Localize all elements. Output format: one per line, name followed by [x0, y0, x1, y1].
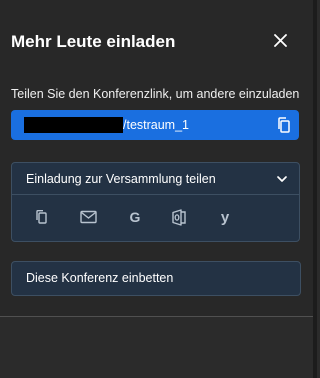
- copy-icon: [36, 210, 47, 224]
- email-share-button[interactable]: [79, 208, 97, 226]
- copy-invitation-button[interactable]: [33, 208, 51, 226]
- share-invitation-label: Einladung zur Versammlung teilen: [26, 172, 216, 186]
- share-invitation-toggle[interactable]: Einladung zur Versammlung teilen: [12, 163, 299, 195]
- scrollbar-track[interactable]: [313, 0, 317, 378]
- embed-conference-button[interactable]: Diese Konferenz einbetten: [11, 261, 301, 296]
- redacted-link-prefix: [24, 117, 123, 133]
- dialog-title: Mehr Leute einladen: [11, 32, 176, 51]
- chevron-down-icon: [277, 176, 287, 182]
- copy-link-button[interactable]: [275, 116, 293, 134]
- yahoo-icon: y: [220, 208, 230, 226]
- share-link-description: Teilen Sie den Konferenzlink, um andere …: [11, 87, 300, 101]
- copy-icon: [278, 117, 290, 133]
- outlook-icon: [172, 208, 186, 226]
- conference-link-text: /testraum_1: [123, 118, 190, 132]
- invite-dialog: Mehr Leute einladen Teilen Sie den Konfe…: [0, 0, 313, 316]
- google-icon: G: [129, 209, 141, 225]
- share-invitation-panel: Einladung zur Versammlung teilen G y: [11, 162, 300, 242]
- embed-conference-label: Diese Konferenz einbetten: [26, 271, 174, 285]
- email-icon: [79, 210, 97, 224]
- divider: [0, 316, 313, 317]
- yahoo-share-button[interactable]: y: [216, 208, 234, 226]
- conference-link-field[interactable]: /testraum_1: [11, 110, 299, 140]
- close-button[interactable]: [270, 30, 290, 50]
- close-icon: [273, 33, 287, 47]
- outlook-share-button[interactable]: [170, 208, 188, 226]
- google-calendar-share-button[interactable]: G: [126, 208, 144, 226]
